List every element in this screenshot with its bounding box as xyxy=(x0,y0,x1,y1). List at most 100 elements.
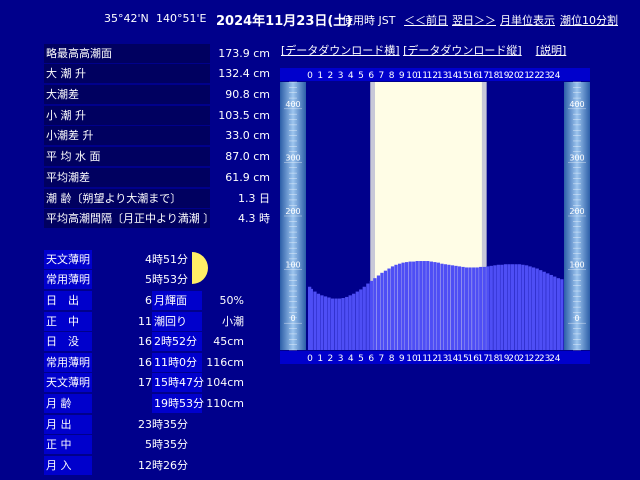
tide-bar xyxy=(359,289,363,350)
tide-event-time: 11時0分 xyxy=(152,353,202,372)
sun-label: 正 中 xyxy=(44,435,92,454)
moon-phase-icon xyxy=(192,252,208,284)
tide-bar xyxy=(408,261,412,350)
tide-bar xyxy=(323,296,328,350)
download-vertical-link[interactable]: [データダウンロード縦] xyxy=(403,44,522,57)
tide-bar xyxy=(535,268,539,350)
tide-bar xyxy=(514,264,518,350)
hour-tick-label: 1 xyxy=(317,354,323,364)
tide-label: 略最高高潮面 xyxy=(44,44,210,63)
scale-tick-label: 400 xyxy=(569,100,584,109)
sun-label: 天文薄明 xyxy=(44,373,92,392)
download-horizontal-link[interactable]: [データダウンロード横] xyxy=(281,44,400,57)
sun-value: 5時35分 xyxy=(145,438,188,451)
hour-tick-label: 8 xyxy=(389,71,395,81)
sun-value: 23時35分 xyxy=(138,418,188,431)
tide-bar xyxy=(327,297,331,350)
left-scale: 0 100 200 300 400 xyxy=(280,81,306,351)
tide-value: 132.4 cm xyxy=(218,67,270,80)
plot-area xyxy=(308,82,564,350)
sun-label: 月 入 xyxy=(44,456,92,475)
hour-tick-label: 9 xyxy=(399,354,405,364)
hour-tick-label: 2 xyxy=(328,354,334,364)
tide-bar xyxy=(475,267,479,350)
tide-label: 平 均 水 面 xyxy=(44,147,210,166)
tide-bar xyxy=(447,264,451,350)
tide-label: 小 潮 升 xyxy=(44,106,210,125)
tide-row: 平均潮差 61.9 cm xyxy=(44,168,270,187)
tide-bar xyxy=(507,264,511,350)
tide-event-time: 15時47分 xyxy=(152,373,204,392)
scale-tick-label: 0 xyxy=(574,314,579,323)
prev-day-link[interactable]: ＜＜前日 xyxy=(404,14,448,27)
scale-tick-label: 200 xyxy=(285,207,300,216)
tide-bar xyxy=(373,278,377,350)
scale-tick-label: 100 xyxy=(285,261,300,270)
sun-label: 常用薄明 xyxy=(44,270,92,289)
tide-row: 大 潮 升 132.4 cm xyxy=(44,64,270,83)
sun-label: 正 中 xyxy=(44,312,92,331)
moon-row: 潮回り 小潮 xyxy=(152,312,244,332)
tide-bar xyxy=(436,262,440,350)
tide-bar xyxy=(401,262,405,350)
explain-link[interactable]: [説明] xyxy=(536,44,567,57)
tide-event-height: 104cm xyxy=(206,376,244,389)
tide-bar xyxy=(345,296,349,350)
tide-value: 90.8 cm xyxy=(225,88,270,101)
tide-bar xyxy=(380,272,384,350)
tide-bar xyxy=(454,265,458,350)
sun-value: 4時51分 xyxy=(145,253,188,266)
tide-bar xyxy=(528,266,532,350)
hour-tick-label: 4 xyxy=(348,354,354,364)
tide-bar xyxy=(560,279,564,350)
tide-bar xyxy=(443,264,448,350)
tide-bar xyxy=(553,276,557,350)
moon-label: 潮回り xyxy=(152,312,202,331)
tide-bar xyxy=(479,266,483,350)
interval-10min-link[interactable]: 潮位10分割 xyxy=(560,14,618,27)
moon-value: 50% xyxy=(219,294,244,307)
tide-bar xyxy=(309,288,313,350)
tide-bar xyxy=(542,271,546,350)
tide-row: 潮 齢〔朔望より大潮まで〕 1.3 日 xyxy=(44,189,270,208)
tide-bar xyxy=(390,266,395,350)
moon-value: 小潮 xyxy=(222,315,244,328)
tide-chart: 0100200300400 0100200300400 0 1 2 3 4 5 6 7 8 9 10… xyxy=(280,68,590,364)
hour-tick-label: 3 xyxy=(338,354,344,364)
tide-bar xyxy=(468,267,472,350)
tide-event-row: 2時52分 45cm xyxy=(152,332,244,352)
download-links: [データダウンロード横] [データダウンロード縦] [説明] xyxy=(281,42,566,58)
tide-bar xyxy=(503,264,508,350)
tide-bar xyxy=(510,264,515,350)
timezone: 使用時 JST xyxy=(342,14,396,27)
latitude: 35°42'N xyxy=(104,12,149,25)
tide-label: 平均潮差 xyxy=(44,168,210,187)
tide-event-height: 45cm xyxy=(213,335,244,348)
tide-row: 略最高高潮面 173.9 cm xyxy=(44,44,270,63)
tide-label: 小潮差 升 xyxy=(44,126,210,145)
tide-bar xyxy=(556,278,560,350)
sun-label: 天文薄明 xyxy=(44,250,92,269)
hour-tick-label: 7 xyxy=(379,71,385,81)
tide-label: 大 潮 升 xyxy=(44,64,210,83)
hour-tick-label: 7 xyxy=(379,354,385,364)
tide-event-time: 2時52分 xyxy=(152,332,202,351)
tide-bar xyxy=(320,295,324,350)
tide-bar xyxy=(397,263,402,350)
hour-tick-label: 24 xyxy=(549,71,561,81)
sun-label: 月 出 xyxy=(44,415,92,434)
tide-bar xyxy=(433,262,437,350)
tide-bar xyxy=(517,264,522,350)
next-day-link[interactable]: 翌日＞＞ xyxy=(452,14,496,27)
tide-bar xyxy=(429,261,433,350)
monthly-view-link[interactable]: 月単位表示 xyxy=(500,14,555,27)
tide-bar xyxy=(493,265,497,350)
tide-event-height: 110cm xyxy=(206,397,244,410)
tide-bar xyxy=(348,295,352,350)
tide-bar xyxy=(376,275,381,350)
tide-label: 大潮差 xyxy=(44,85,210,104)
scale-tick-label: 300 xyxy=(569,153,584,162)
hour-tick-label: 5 xyxy=(358,354,364,364)
hour-tick-label: 2 xyxy=(328,71,334,81)
top-hour-axis: 0 1 2 3 4 5 6 7 8 9 101112131415161718192021222324 xyxy=(280,68,590,81)
